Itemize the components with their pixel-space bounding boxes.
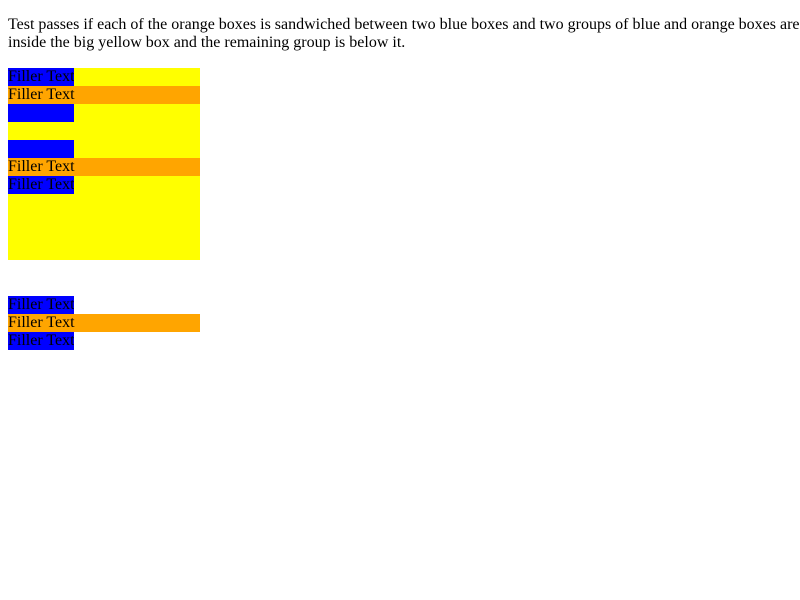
group-3-top-blue-box: Filler Text (8, 296, 74, 314)
group-1-top-blue-box: Filler Text (8, 68, 74, 86)
group-1-orange-box: Filler Text (8, 86, 200, 104)
group-2-bottom-blue-box: Filler Text (8, 176, 74, 194)
group-2-top-blue-box (8, 140, 74, 158)
group-1-bottom-blue-box (8, 104, 74, 122)
group-3-orange-box: Filler Text (8, 314, 200, 332)
group-2-orange-box: Filler Text (8, 158, 200, 176)
test-description: Test passes if each of the orange boxes … (8, 16, 800, 51)
group-3-bottom-blue-box: Filler Text (8, 332, 74, 350)
